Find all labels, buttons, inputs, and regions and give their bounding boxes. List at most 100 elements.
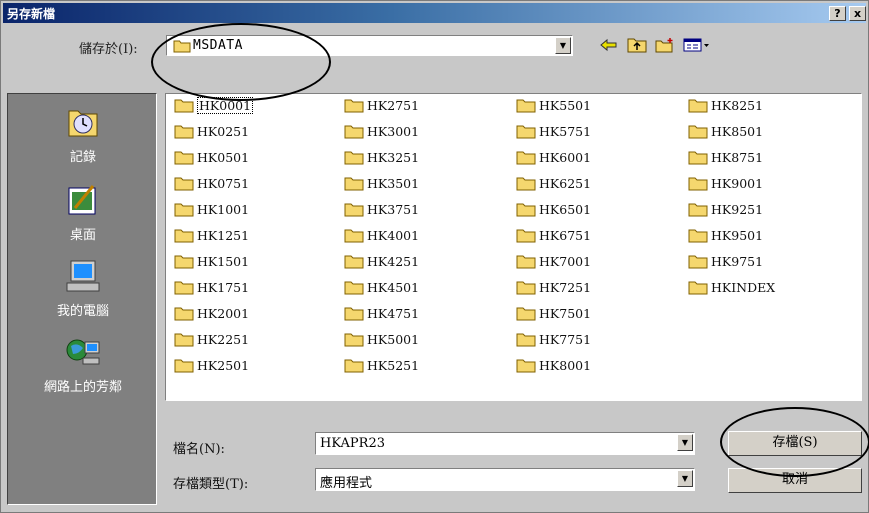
- folder-name: HK6751: [539, 227, 592, 243]
- folder-icon: [344, 125, 364, 138]
- folder-icon: [688, 229, 708, 242]
- filename-value: HKAPR23: [320, 436, 385, 451]
- save-in-dropdown[interactable]: MSDATA ▼: [166, 35, 573, 56]
- chevron-down-icon[interactable]: ▼: [555, 37, 571, 54]
- folder-icon: [516, 203, 536, 216]
- folder-item[interactable]: HK0501: [174, 148, 249, 166]
- folder-name: HK2001: [197, 305, 250, 321]
- save-in-label: 儲存於(I):: [79, 42, 138, 57]
- folder-icon: [344, 359, 364, 372]
- folder-item[interactable]: HK6501: [516, 200, 591, 218]
- folder-name: HK9251: [711, 201, 764, 217]
- folder-item[interactable]: HK0251: [174, 122, 249, 140]
- place-my-computer[interactable]: 我的電腦: [8, 258, 158, 319]
- back-arrow-icon[interactable]: [598, 34, 620, 56]
- folder-name: HK4001: [367, 227, 420, 243]
- folder-name: HK9501: [711, 227, 764, 243]
- filename-label: 檔名(N):: [173, 442, 225, 457]
- help-button[interactable]: ?: [829, 6, 846, 21]
- folder-item[interactable]: HK1751: [174, 278, 249, 296]
- folder-item[interactable]: HK3751: [344, 200, 419, 218]
- folder-item[interactable]: HK6751: [516, 226, 591, 244]
- folder-icon: [688, 151, 708, 164]
- chevron-down-icon[interactable]: ▼: [677, 470, 693, 487]
- folder-item[interactable]: HK7001: [516, 252, 591, 270]
- folder-name: HK0501: [197, 149, 250, 165]
- folder-item[interactable]: HK7751: [516, 330, 591, 348]
- folder-item[interactable]: HK9501: [688, 226, 763, 244]
- folder-name: HK8501: [711, 123, 764, 139]
- folder-item[interactable]: HK9001: [688, 174, 763, 192]
- save-button[interactable]: 存檔(S): [728, 431, 862, 456]
- folder-item[interactable]: HK5501: [516, 96, 591, 114]
- filetype-value: 應用程式: [320, 476, 373, 491]
- filename-input[interactable]: HKAPR23 ▼: [315, 432, 695, 455]
- folder-item[interactable]: HK2501: [174, 356, 249, 374]
- folder-icon: [516, 99, 536, 112]
- up-folder-icon[interactable]: [626, 34, 648, 56]
- place-history[interactable]: 記錄: [8, 104, 158, 165]
- folder-item[interactable]: HK9751: [688, 252, 763, 270]
- toolbar-icons: [598, 34, 718, 56]
- folder-name: HK0251: [197, 123, 250, 139]
- folder-icon: [688, 255, 708, 268]
- folder-item[interactable]: HK8501: [688, 122, 763, 140]
- folder-icon: [688, 99, 708, 112]
- folder-icon: [516, 229, 536, 242]
- folder-item[interactable]: HK7251: [516, 278, 591, 296]
- save-as-dialog: 另存新檔 ? x 儲存於(I): MSDATA ▼ 記錄 桌面 我的電腦 網路上…: [0, 0, 869, 513]
- chevron-down-icon[interactable]: ▼: [677, 434, 693, 451]
- network-places-icon: [66, 339, 100, 365]
- place-network[interactable]: 網路上的芳鄰: [8, 334, 158, 395]
- folder-item[interactable]: HK4751: [344, 304, 419, 322]
- folder-item[interactable]: HK6001: [516, 148, 591, 166]
- folder-item[interactable]: HK9251: [688, 200, 763, 218]
- folder-item[interactable]: HKINDEX: [688, 278, 775, 296]
- folder-item[interactable]: HK2001: [174, 304, 249, 322]
- folder-item[interactable]: HK8001: [516, 356, 591, 374]
- file-list[interactable]: HK0001 HK0251 HK0501 HK0751 HK1001 HK1251 HK15…: [165, 93, 862, 401]
- folder-item[interactable]: HK3001: [344, 122, 419, 140]
- folder-icon: [174, 229, 194, 242]
- view-menu-icon[interactable]: [682, 34, 712, 56]
- folder-item[interactable]: HK4001: [344, 226, 419, 244]
- folder-item[interactable]: HK2251: [174, 330, 249, 348]
- folder-item[interactable]: HK5251: [344, 356, 419, 374]
- folder-item[interactable]: HK6251: [516, 174, 591, 192]
- folder-item[interactable]: HK1001: [174, 200, 249, 218]
- place-desktop[interactable]: 桌面: [8, 182, 158, 243]
- folder-icon: [344, 307, 364, 320]
- folder-name: HK8251: [711, 97, 764, 113]
- folder-name: HK5001: [367, 331, 420, 347]
- folder-icon: [516, 255, 536, 268]
- folder-item[interactable]: HK4251: [344, 252, 419, 270]
- folder-name: HK8001: [539, 357, 592, 373]
- folder-icon: [174, 125, 194, 138]
- folder-item[interactable]: HK8751: [688, 148, 763, 166]
- folder-name: HK6251: [539, 175, 592, 191]
- new-folder-icon[interactable]: [654, 34, 676, 56]
- folder-item[interactable]: HK3501: [344, 174, 419, 192]
- folder-item[interactable]: HK5001: [344, 330, 419, 348]
- filetype-label: 存檔類型(T):: [173, 477, 249, 492]
- filetype-select[interactable]: 應用程式 ▼: [315, 468, 695, 491]
- title-bar[interactable]: 另存新檔 ? x: [3, 3, 866, 23]
- folder-name: HK4251: [367, 253, 420, 269]
- folder-item[interactable]: HK0001: [174, 96, 254, 114]
- folder-item[interactable]: HK5751: [516, 122, 591, 140]
- folder-item[interactable]: HK8251: [688, 96, 763, 114]
- folder-name: HK3001: [367, 123, 420, 139]
- folder-item[interactable]: HK2751: [344, 96, 419, 114]
- folder-item[interactable]: HK3251: [344, 148, 419, 166]
- folder-item[interactable]: HK4501: [344, 278, 419, 296]
- folder-name: HK9001: [711, 175, 764, 191]
- folder-icon: [688, 281, 708, 294]
- folder-name: HK0001: [197, 96, 254, 114]
- folder-icon: [344, 151, 364, 164]
- folder-item[interactable]: HK1251: [174, 226, 249, 244]
- folder-item[interactable]: HK7501: [516, 304, 591, 322]
- folder-item[interactable]: HK0751: [174, 174, 249, 192]
- folder-item[interactable]: HK1501: [174, 252, 249, 270]
- close-button[interactable]: x: [849, 6, 866, 21]
- cancel-button[interactable]: 取消: [728, 468, 862, 493]
